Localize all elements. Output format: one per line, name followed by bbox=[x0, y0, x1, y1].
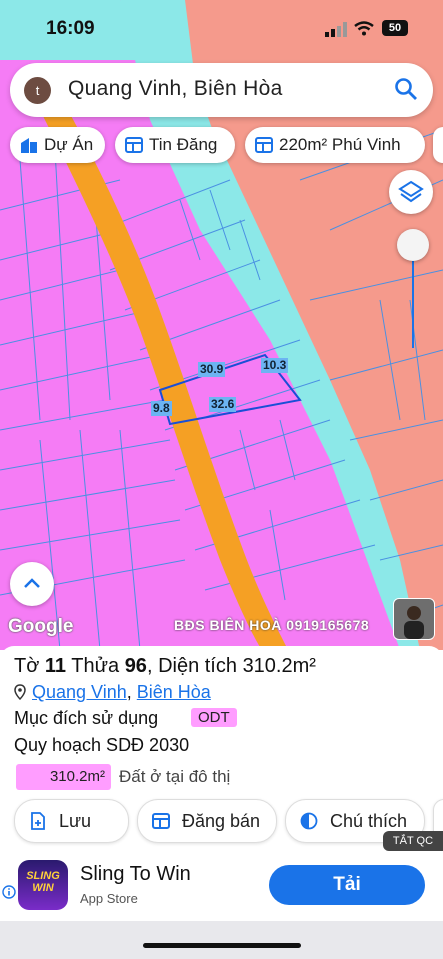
building-icon bbox=[21, 138, 37, 153]
chip-label: Dự Án bbox=[44, 135, 94, 154]
dimension-bottom: 32.6 bbox=[209, 397, 237, 412]
purpose-code-badge: ODT bbox=[191, 708, 237, 727]
chevron-up-icon bbox=[24, 578, 40, 588]
post-sale-button[interactable]: Đăng bán bbox=[137, 799, 277, 843]
battery-level: 50 bbox=[388, 22, 402, 34]
dimension-top: 30.9 bbox=[198, 362, 226, 377]
dimension-right: 10.3 bbox=[261, 358, 289, 373]
area-label: Diện tích bbox=[158, 655, 237, 677]
home-indicator-area bbox=[0, 921, 443, 959]
close-ad-button[interactable]: TẮT QC bbox=[383, 831, 443, 851]
wifi-icon bbox=[354, 21, 374, 36]
legend-icon bbox=[300, 812, 318, 830]
purpose-label: Mục đích sử dụng bbox=[14, 708, 159, 728]
app-icon[interactable]: SLING WIN bbox=[18, 860, 68, 910]
plan-label: Quy hoạch SDĐ 2030 bbox=[14, 735, 190, 755]
watermark: BĐS BIÊN HOÀ 0919165678 bbox=[174, 617, 370, 633]
status-bar: 16:09 50 bbox=[0, 0, 443, 58]
save-label: Lưu bbox=[59, 811, 92, 831]
location-pin-icon bbox=[14, 684, 26, 701]
app-store-label: App Store bbox=[80, 891, 138, 906]
ad-banner[interactable]: SLING WIN Sling To Win App Store Tải bbox=[0, 851, 443, 921]
layers-icon bbox=[398, 180, 424, 203]
plan-area-badge: 310.2m² bbox=[16, 764, 111, 790]
city-link[interactable]: Biên Hòa bbox=[137, 682, 211, 702]
search-icon[interactable] bbox=[393, 76, 419, 102]
app-name[interactable]: Sling To Win bbox=[80, 863, 191, 886]
parcel-number: 96 bbox=[124, 655, 147, 677]
search-bar[interactable]: t Quang Vinh, Biên Hòa bbox=[10, 63, 433, 117]
expand-button[interactable] bbox=[10, 562, 54, 606]
status-time: 16:09 bbox=[46, 18, 95, 39]
chip-label: 220m² Phú Vinh bbox=[279, 135, 401, 154]
app-icon-text: SLING WIN bbox=[26, 870, 60, 894]
parcel-title: Tờ 11 Thửa 96, Diện tích 310.2m² bbox=[14, 655, 316, 677]
plan-description: Đất ở tại đô thị bbox=[119, 767, 231, 786]
download-button[interactable]: Tải bbox=[269, 865, 425, 905]
post-sale-label: Đăng bán bbox=[182, 811, 261, 831]
parcel-location: Quang Vinh, Biên Hòa bbox=[14, 682, 211, 703]
search-input[interactable]: Quang Vinh, Biên Hòa bbox=[68, 77, 283, 101]
post-icon bbox=[152, 813, 170, 829]
chip-more[interactable] bbox=[433, 127, 443, 163]
ward-link[interactable]: Quang Vinh bbox=[32, 682, 127, 702]
save-icon bbox=[31, 812, 45, 830]
google-logo: Google bbox=[8, 616, 74, 637]
dimension-left: 9.8 bbox=[151, 401, 172, 416]
zoom-track bbox=[412, 246, 414, 348]
sheet-label: Tờ bbox=[14, 655, 40, 677]
sheet-number: 11 bbox=[44, 655, 67, 677]
chip-du-an[interactable]: Dự Án bbox=[10, 127, 105, 163]
zoom-slider[interactable] bbox=[396, 228, 432, 350]
battery-icon: 50 bbox=[382, 20, 408, 36]
parcel-label: Thửa bbox=[71, 655, 120, 677]
avatar[interactable]: t bbox=[24, 77, 51, 104]
chip-tin-dang[interactable]: Tin Đăng bbox=[115, 127, 235, 163]
signal-icon bbox=[325, 22, 347, 37]
zoom-handle[interactable] bbox=[397, 229, 429, 261]
listing-icon bbox=[255, 137, 273, 153]
profile-thumbnail[interactable] bbox=[393, 598, 435, 640]
person-icon bbox=[404, 606, 424, 639]
area-value: 310.2m² bbox=[242, 655, 316, 677]
save-button[interactable]: Lưu bbox=[14, 799, 129, 843]
home-indicator[interactable] bbox=[143, 943, 301, 948]
listing-icon bbox=[125, 137, 143, 153]
info-icon[interactable] bbox=[2, 885, 16, 899]
chip-label: Tin Đăng bbox=[149, 135, 218, 154]
layers-button[interactable] bbox=[389, 170, 433, 214]
chip-listing-phu-vinh[interactable]: 220m² Phú Vinh bbox=[245, 127, 425, 163]
